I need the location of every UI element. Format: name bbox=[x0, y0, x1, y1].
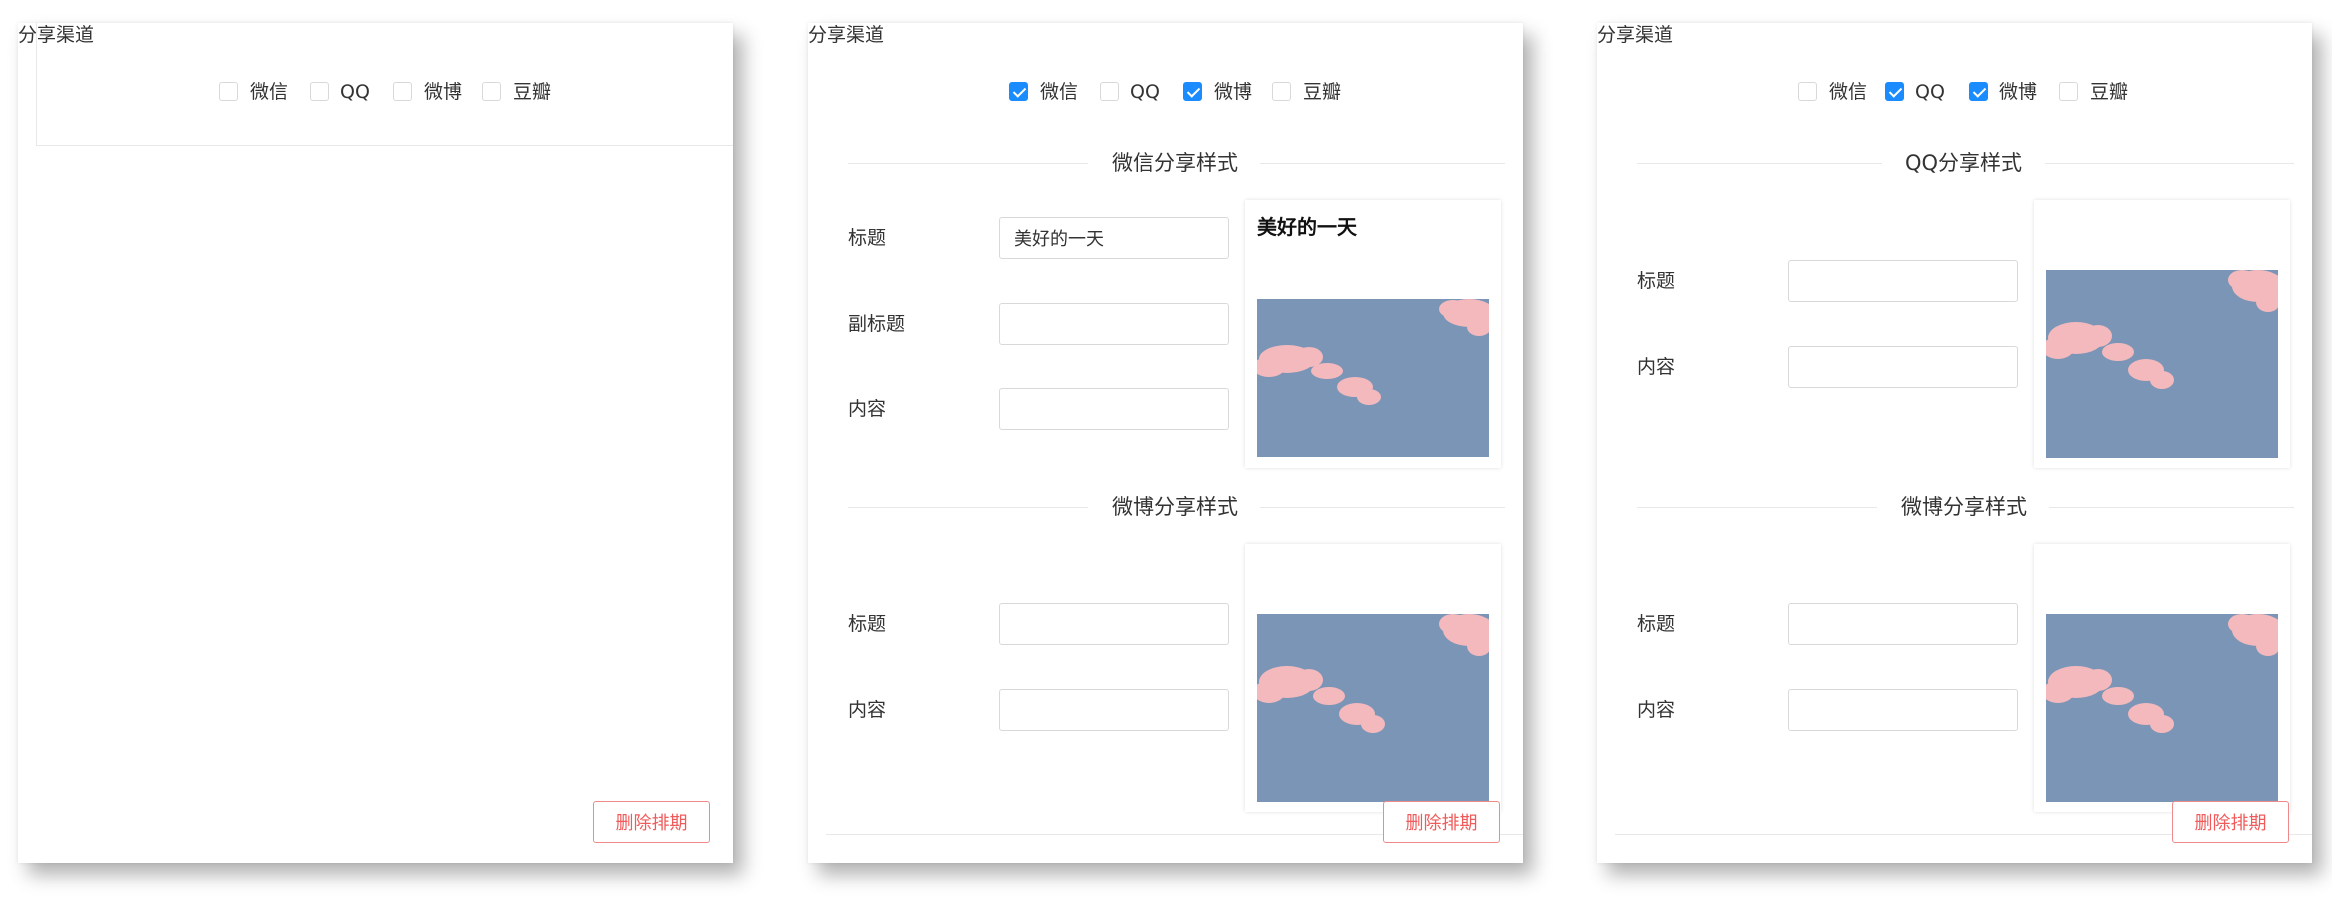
checkbox-label-qq[interactable]: QQ bbox=[1915, 80, 1945, 104]
checkbox-label-douban[interactable]: 豆瓣 bbox=[1303, 80, 1341, 104]
field-label-title: 标题 bbox=[848, 227, 887, 249]
content-input[interactable] bbox=[1788, 689, 2018, 731]
checkbox-douban[interactable] bbox=[482, 82, 501, 101]
checkbox-label-qq[interactable]: QQ bbox=[340, 80, 370, 104]
share-settings-card-wechat-weibo: 分享渠道 微信 QQ 微博 豆瓣 微信分享样式 标题 副标题 内容 美好的一天 bbox=[808, 23, 1523, 863]
weibo-share-preview bbox=[2034, 544, 2290, 812]
wechat-share-preview: 美好的一天 bbox=[1245, 200, 1501, 468]
delete-schedule-button[interactable]: 删除排期 bbox=[593, 801, 710, 843]
checkbox-wechat[interactable] bbox=[1798, 82, 1817, 101]
weibo-share-style-title: 微博分享样式 bbox=[1901, 495, 2027, 519]
content-input[interactable] bbox=[999, 388, 1229, 430]
field-label-content: 内容 bbox=[1637, 356, 1676, 378]
section-divider bbox=[848, 163, 1088, 164]
title-input[interactable] bbox=[999, 217, 1229, 259]
checkbox-douban[interactable] bbox=[1272, 82, 1291, 101]
section-divider bbox=[36, 23, 37, 146]
wechat-share-style-title: 微信分享样式 bbox=[1112, 151, 1238, 175]
field-label-title: 标题 bbox=[1637, 270, 1676, 292]
content-input[interactable] bbox=[999, 689, 1229, 731]
section-divider bbox=[1260, 163, 1505, 164]
qq-share-style-title: QQ分享样式 bbox=[1905, 151, 2023, 175]
delete-schedule-button[interactable]: 删除排期 bbox=[1383, 801, 1500, 843]
checkbox-qq[interactable] bbox=[310, 82, 329, 101]
preview-image bbox=[2046, 270, 2278, 458]
share-channel-label: 分享渠道 bbox=[1597, 24, 1674, 46]
checkbox-label-douban[interactable]: 豆瓣 bbox=[513, 80, 551, 104]
checkbox-label-wechat[interactable]: 微信 bbox=[1829, 80, 1867, 104]
share-channel-label: 分享渠道 bbox=[18, 24, 95, 46]
preview-image bbox=[1257, 614, 1489, 802]
section-divider bbox=[36, 145, 733, 146]
checkbox-qq[interactable] bbox=[1100, 82, 1119, 101]
checkbox-qq[interactable] bbox=[1885, 82, 1904, 101]
title-input[interactable] bbox=[999, 603, 1229, 645]
preview-image bbox=[2046, 614, 2278, 802]
checkbox-weibo[interactable] bbox=[393, 82, 412, 101]
checkbox-label-weibo[interactable]: 微博 bbox=[1999, 80, 2037, 104]
checkbox-wechat[interactable] bbox=[219, 82, 238, 101]
section-divider bbox=[1260, 507, 1505, 508]
weibo-share-style-title: 微博分享样式 bbox=[1112, 495, 1238, 519]
section-divider bbox=[2049, 507, 2294, 508]
section-divider bbox=[1637, 163, 1882, 164]
checkbox-wechat[interactable] bbox=[1009, 82, 1028, 101]
delete-schedule-button[interactable]: 删除排期 bbox=[2172, 801, 2289, 843]
preview-title: 美好的一天 bbox=[1257, 215, 1357, 239]
checkbox-douban[interactable] bbox=[2059, 82, 2078, 101]
checkbox-weibo[interactable] bbox=[1969, 82, 1988, 101]
field-label-content: 内容 bbox=[848, 398, 887, 420]
qq-share-preview bbox=[2034, 200, 2290, 468]
checkbox-label-wechat[interactable]: 微信 bbox=[1040, 80, 1078, 104]
preview-image bbox=[1257, 299, 1489, 457]
section-divider bbox=[1637, 507, 1877, 508]
weibo-share-preview bbox=[1245, 544, 1501, 812]
field-label-content: 内容 bbox=[848, 699, 887, 721]
section-divider bbox=[848, 507, 1088, 508]
field-label-title: 标题 bbox=[1637, 613, 1676, 635]
checkbox-label-weibo[interactable]: 微博 bbox=[1214, 80, 1252, 104]
field-label-content: 内容 bbox=[1637, 699, 1676, 721]
checkbox-label-wechat[interactable]: 微信 bbox=[250, 80, 288, 104]
title-input[interactable] bbox=[1788, 603, 2018, 645]
checkbox-label-weibo[interactable]: 微博 bbox=[424, 80, 462, 104]
share-settings-card-empty: 分享渠道 微信 QQ 微博 豆瓣 删除排期 bbox=[18, 23, 733, 863]
content-input[interactable] bbox=[1788, 346, 2018, 388]
field-label-subtitle: 副标题 bbox=[848, 313, 906, 335]
title-input[interactable] bbox=[1788, 260, 2018, 302]
section-divider bbox=[2045, 163, 2294, 164]
checkbox-weibo[interactable] bbox=[1183, 82, 1202, 101]
field-label-title: 标题 bbox=[848, 613, 887, 635]
checkbox-label-douban[interactable]: 豆瓣 bbox=[2090, 80, 2128, 104]
subtitle-input[interactable] bbox=[999, 303, 1229, 345]
checkbox-label-qq[interactable]: QQ bbox=[1130, 80, 1160, 104]
share-settings-card-qq-weibo: 分享渠道 微信 QQ 微博 豆瓣 QQ分享样式 标题 内容 微博分享样式 标题 … bbox=[1597, 23, 2312, 863]
share-channel-label: 分享渠道 bbox=[808, 24, 885, 46]
